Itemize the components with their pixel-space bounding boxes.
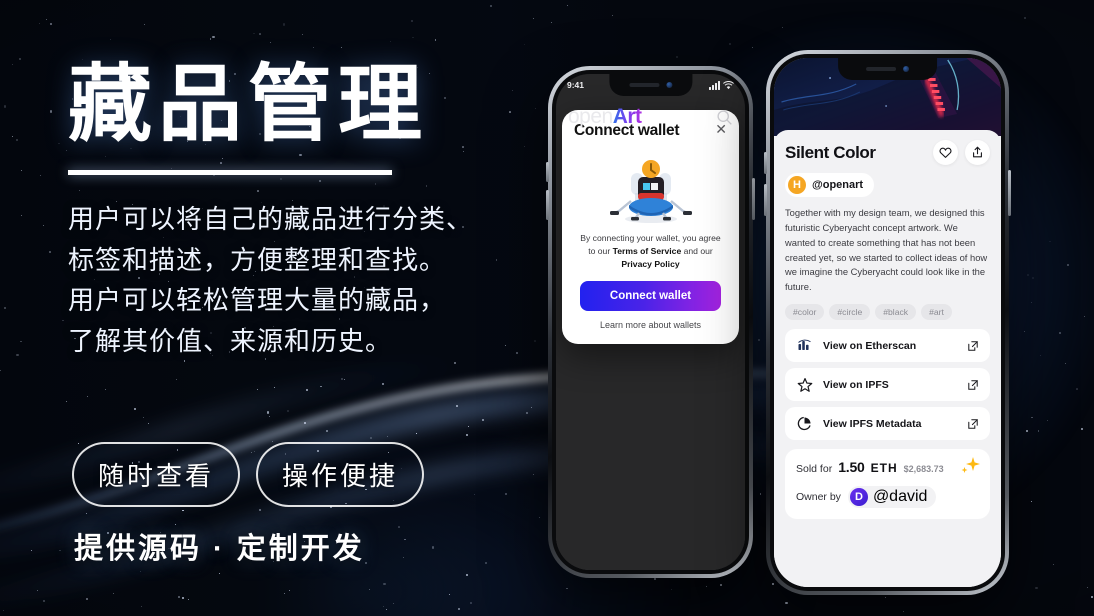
app-logo[interactable]: openArt <box>568 105 642 129</box>
ipfs-star-icon <box>796 377 813 393</box>
volume-down-button[interactable] <box>546 190 549 220</box>
phone-mockup-right: Silent Color H @openart Together with my… <box>764 50 1011 595</box>
phone-screen-right: Silent Color H @openart Together with my… <box>774 58 1001 587</box>
feature-pill-view-anytime[interactable]: 随时查看 <box>72 442 241 507</box>
view-on-ipfs-row[interactable]: View on IPFS <box>785 368 990 402</box>
heart-icon <box>939 147 952 158</box>
feature-pills: 随时查看 操作便捷 <box>72 442 425 507</box>
tag-circle[interactable]: #circle <box>829 304 871 321</box>
volume-up-button[interactable] <box>546 162 549 182</box>
nft-detail-panel: Silent Color H @openart Together with my… <box>774 130 1001 587</box>
modal-legal-text: By connecting your wallet, you agree to … <box>574 232 727 271</box>
openart-avatar-icon: H <box>788 176 806 194</box>
nft-link-rows: View on Etherscan View on IPFS View IPFS… <box>785 329 990 441</box>
external-link-icon <box>968 340 978 351</box>
promo-tagline: 提供源码 · 定制开发 <box>74 533 365 565</box>
volume-down-button[interactable] <box>764 184 767 216</box>
sold-amount: 1.50 <box>838 459 865 476</box>
feature-pill-easy-operation[interactable]: 操作便捷 <box>256 442 425 507</box>
share-button[interactable] <box>965 140 990 165</box>
status-icons <box>709 80 734 90</box>
paragraph-line: 用户可以轻松管理大量的藏品， <box>68 285 447 316</box>
author-chip[interactable]: H @openart <box>785 173 875 197</box>
connect-wallet-button[interactable]: Connect wallet <box>580 280 721 311</box>
status-time: 9:41 <box>567 80 585 90</box>
sale-card: Sold for 1.50 ETH $2,683.73 Owner by D @… <box>785 449 990 520</box>
row-label: View on Etherscan <box>823 339 917 352</box>
nft-actions <box>933 140 990 165</box>
external-link-icon <box>968 418 978 429</box>
tag-art[interactable]: #art <box>921 304 952 321</box>
phone-notch <box>608 74 693 96</box>
logo-suffix: Art <box>612 105 642 128</box>
phone-screen-left: 9:41 openArt Information <box>556 74 745 570</box>
nft-title: Silent Color <box>785 142 876 162</box>
wifi-icon <box>723 80 734 89</box>
share-icon <box>973 146 982 158</box>
owner-handle: @david <box>872 488 928 506</box>
owner-chip[interactable]: D @david <box>847 486 937 509</box>
power-button[interactable] <box>1008 170 1011 216</box>
phone-notch <box>837 58 938 80</box>
row-label: View IPFS Metadata <box>823 417 922 430</box>
promo-copy: 藏品管理 用户可以将自己的藏品进行分类、 标签和描述，方便整理和查找。 用户可以… <box>68 62 538 361</box>
legal-line-2-prefix: to our <box>588 245 613 256</box>
front-camera-icon <box>903 66 909 72</box>
paragraph-line: 用户可以将自己的藏品进行分类、 <box>68 204 474 234</box>
view-ipfs-metadata-row[interactable]: View IPFS Metadata <box>785 407 990 441</box>
signal-bars-icon <box>709 80 720 90</box>
sparkle-icon <box>961 457 980 474</box>
etherscan-icon <box>796 338 813 353</box>
phone-mockup-left: 9:41 openArt Information <box>546 66 755 578</box>
owner-label: Owner by <box>796 491 841 504</box>
paragraph-line: 了解其价值、来源和历史。 <box>68 325 393 356</box>
nft-title-row: Silent Color <box>785 140 990 165</box>
paragraph-line: 标签和描述，方便整理和查找。 <box>68 244 447 275</box>
earpiece-speaker-icon <box>866 67 896 71</box>
power-button[interactable] <box>752 178 755 220</box>
privacy-policy-link[interactable]: Privacy Policy <box>621 259 679 269</box>
metadata-pie-icon <box>796 416 813 431</box>
like-button[interactable] <box>933 140 958 165</box>
nft-description: Together with my design team, we designe… <box>785 207 988 293</box>
learn-more-about-wallets-link[interactable]: Learn more about wallets <box>574 320 727 330</box>
logo-prefix: open <box>568 105 613 128</box>
david-avatar-icon: D <box>849 488 868 507</box>
sold-currency: ETH <box>870 461 898 476</box>
nft-tags: #color #circle #black #art <box>785 304 990 321</box>
promo-paragraph: 用户可以将自己的藏品进行分类、 标签和描述，方便整理和查找。 用户可以轻松管理大… <box>68 199 538 361</box>
tag-color[interactable]: #color <box>785 304 825 321</box>
front-camera-icon <box>666 82 672 88</box>
tag-black[interactable]: #black <box>875 304 917 321</box>
legal-line-1: By connecting your wallet, you agree <box>580 233 721 243</box>
volume-up-button[interactable] <box>764 152 767 174</box>
robot-wallet-illustration <box>574 144 727 230</box>
sold-usd-value: $2,683.73 <box>903 464 944 475</box>
search-icon[interactable] <box>716 109 733 126</box>
row-label: View on IPFS <box>823 378 889 391</box>
author-handle: @openart <box>812 179 864 191</box>
app-header: openArt <box>556 100 745 134</box>
earpiece-speaker-icon <box>629 83 659 87</box>
sold-for-label: Sold for <box>796 463 833 476</box>
sold-for-line: Sold for 1.50 ETH $2,683.73 <box>796 459 979 475</box>
terms-of-service-link[interactable]: Terms of Service <box>613 246 682 256</box>
legal-and: and our <box>681 245 713 256</box>
connect-wallet-modal: Connect wallet ✕ By connecting your wall… <box>562 110 739 344</box>
title-underline <box>68 170 392 175</box>
owner-line: Owner by D @david <box>796 486 979 509</box>
view-on-etherscan-row[interactable]: View on Etherscan <box>785 329 990 363</box>
external-link-icon <box>968 379 978 390</box>
page-title: 藏品管理 <box>68 55 429 153</box>
